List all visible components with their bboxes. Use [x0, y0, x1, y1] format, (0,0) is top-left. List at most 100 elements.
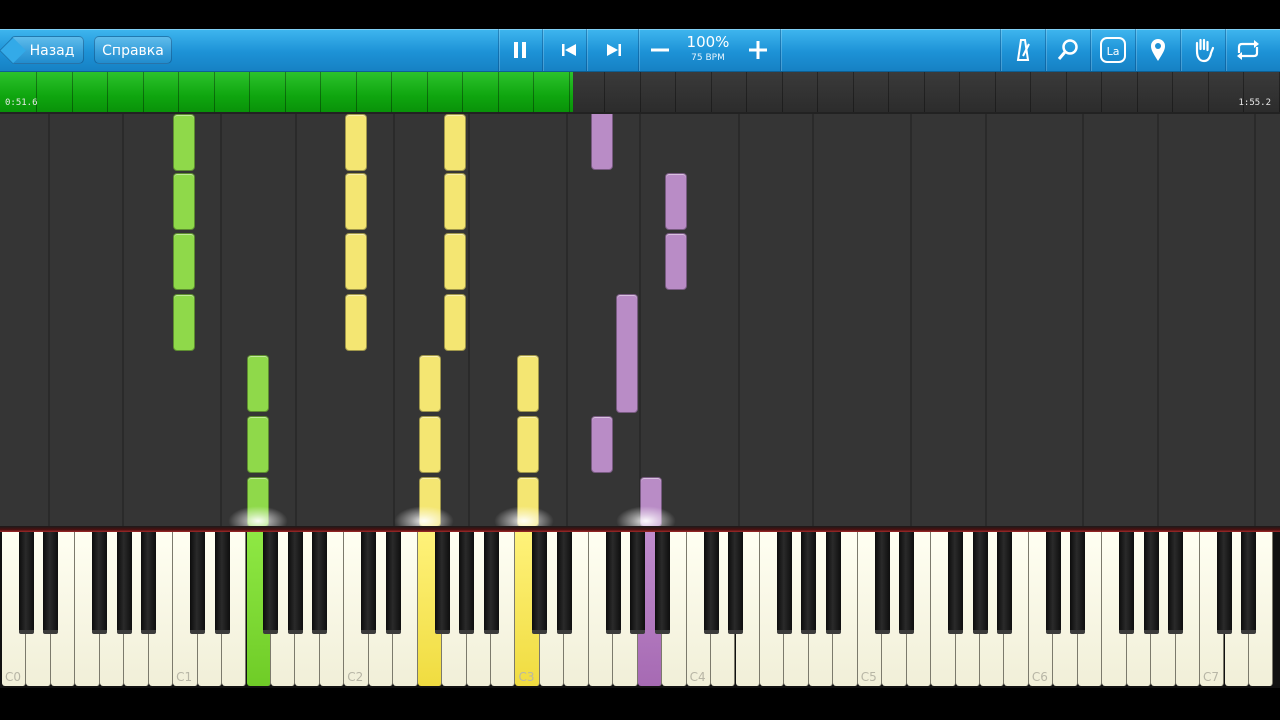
black-key[interactable] — [605, 532, 621, 634]
black-key[interactable] — [948, 532, 964, 634]
black-key[interactable] — [434, 532, 450, 634]
black-key[interactable] — [385, 532, 401, 634]
black-key[interactable] — [728, 532, 743, 634]
octave-label: C6 — [1031, 670, 1048, 684]
falling-note — [173, 173, 195, 230]
divider — [1045, 29, 1046, 71]
black-key[interactable] — [630, 532, 646, 634]
hit-sparkle — [494, 506, 554, 526]
black-key[interactable] — [190, 532, 206, 634]
key-marker-icon[interactable] — [1143, 36, 1173, 64]
hand-icon[interactable] — [1188, 36, 1218, 64]
pause-icon[interactable] — [505, 36, 535, 64]
song-progress-bar[interactable]: 0:51.6 1:55.2 — [0, 72, 1280, 114]
black-key[interactable] — [825, 532, 841, 634]
black-key[interactable] — [483, 532, 499, 634]
falling-note — [345, 233, 367, 290]
timeline-tick — [746, 72, 747, 112]
black-key[interactable] — [776, 532, 792, 634]
falling-note — [665, 233, 687, 290]
black-key[interactable] — [1217, 532, 1232, 634]
black-key[interactable] — [43, 532, 59, 634]
black-key[interactable] — [654, 532, 670, 634]
black-key[interactable] — [18, 532, 34, 634]
metronome-icon[interactable] — [1008, 36, 1038, 64]
black-key[interactable] — [312, 532, 328, 634]
timeline-tick — [178, 72, 179, 112]
timeline-tick — [1066, 72, 1067, 112]
timeline-tick — [675, 72, 676, 112]
black-key[interactable] — [1119, 532, 1135, 634]
timeline-tick — [249, 72, 250, 112]
skip-forward-icon[interactable] — [599, 36, 629, 64]
minus-icon[interactable] — [645, 36, 675, 64]
black-key[interactable] — [1045, 532, 1061, 634]
falling-note — [345, 114, 367, 171]
piano-keyboard[interactable]: C0 C1 C2 C3 C4 C5 C6 C7 — [0, 532, 1280, 688]
black-key[interactable] — [1070, 532, 1086, 634]
black-key[interactable] — [287, 532, 303, 634]
black-key[interactable] — [1241, 532, 1257, 634]
help-button[interactable]: Справка — [94, 36, 172, 64]
falling-note — [616, 294, 638, 413]
note-label-icon[interactable]: La — [1098, 36, 1128, 64]
timeline-tick — [782, 72, 783, 112]
timeline-tick — [817, 72, 818, 112]
timeline-tick — [888, 72, 889, 112]
black-key[interactable] — [92, 532, 108, 634]
total-time: 1:55.2 — [1238, 98, 1271, 108]
black-key[interactable] — [361, 532, 377, 634]
timeline-tick — [356, 72, 357, 112]
black-key[interactable] — [1168, 532, 1184, 634]
black-key[interactable] — [116, 532, 132, 634]
black-key[interactable] — [263, 532, 279, 634]
octave-label: C5 — [860, 670, 877, 684]
black-key[interactable] — [703, 532, 719, 634]
timeline-tick — [711, 72, 712, 112]
timeline-tick — [924, 72, 925, 112]
falling-note — [247, 416, 269, 473]
lane-line — [393, 114, 395, 526]
black-key[interactable] — [874, 532, 890, 634]
black-key[interactable] — [1143, 532, 1159, 634]
black-key[interactable] — [141, 532, 157, 634]
timeline-tick — [1030, 72, 1031, 112]
divider — [542, 29, 543, 71]
timeline-tick — [391, 72, 392, 112]
black-key[interactable] — [214, 532, 230, 634]
toolbar: Назад Справка 100% 75 BPM La — [0, 29, 1280, 72]
current-time: 0:51.6 — [5, 98, 38, 108]
octave-label: C2 — [347, 670, 364, 684]
lane-line — [985, 114, 987, 526]
skip-back-icon[interactable] — [554, 36, 584, 64]
falling-note — [591, 114, 613, 170]
svg-text:La: La — [1107, 45, 1120, 58]
octave-label: C0 — [5, 670, 22, 684]
divider — [780, 29, 781, 71]
octave-label: C3 — [518, 670, 535, 684]
plus-icon[interactable] — [743, 36, 773, 64]
black-key[interactable] — [899, 532, 915, 634]
timeline-tick — [959, 72, 960, 112]
falling-note — [345, 173, 367, 230]
timeline-tick — [320, 72, 321, 112]
back-button[interactable]: Назад — [10, 36, 84, 64]
black-key[interactable] — [556, 532, 572, 634]
black-key[interactable] — [972, 532, 988, 634]
loop-icon[interactable] — [1233, 36, 1263, 64]
timeline-tick — [143, 72, 144, 112]
timeline-tick — [285, 72, 286, 112]
falling-note — [591, 416, 613, 473]
lane-line — [812, 114, 814, 526]
black-key[interactable] — [532, 532, 548, 634]
black-key[interactable] — [801, 532, 817, 634]
zoom-icon[interactable] — [1053, 36, 1083, 64]
black-key[interactable] — [459, 532, 475, 634]
timeline-tick — [462, 72, 463, 112]
falling-note — [517, 416, 539, 473]
divider — [1135, 29, 1136, 71]
falling-note — [345, 294, 367, 351]
octave-label: C7 — [1203, 670, 1220, 684]
black-key[interactable] — [996, 532, 1012, 634]
lane-line — [1157, 114, 1159, 526]
